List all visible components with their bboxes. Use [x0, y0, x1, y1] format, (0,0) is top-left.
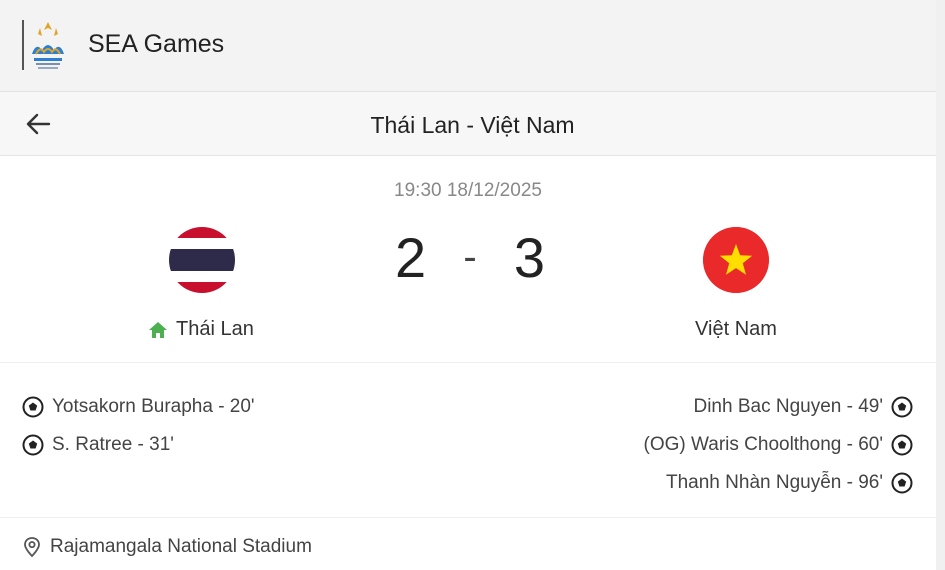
section-divider — [0, 362, 936, 363]
soccer-ball-icon — [891, 396, 913, 418]
goal-item: Dinh Bac Nguyen - 49' — [644, 388, 913, 426]
app-title: SEA Games — [88, 30, 225, 58]
sea-games-logo-icon — [32, 22, 64, 69]
goal-item: S. Ratree - 31' — [22, 426, 255, 464]
thailand-flag-icon — [169, 227, 235, 293]
goal-text: S. Ratree - 31' — [52, 434, 174, 455]
home-goals-list: Yotsakorn Burapha - 20' S. Ratree - 31' — [22, 388, 255, 464]
soccer-ball-icon — [22, 434, 44, 456]
venue-name: Rajamangala National Stadium — [50, 536, 312, 557]
away-team[interactable]: Việt Nam — [656, 318, 816, 341]
goal-item: Thanh Nhàn Nguyễn - 96' — [644, 464, 913, 502]
app-header: SEA Games — [0, 0, 945, 92]
away-goals-list: Dinh Bac Nguyen - 49' (OG) Waris Choolth… — [644, 388, 913, 502]
away-score: 3 — [513, 225, 545, 289]
home-team-name: Thái Lan — [176, 318, 254, 340]
soccer-ball-icon — [22, 396, 44, 418]
goal-text: Yotsakorn Burapha - 20' — [52, 396, 255, 417]
away-team-name: Việt Nam — [695, 318, 777, 340]
match-datetime: 19:30 18/12/2025 — [394, 180, 542, 201]
scrollbar[interactable] — [936, 0, 945, 570]
location-pin-icon — [24, 537, 40, 558]
home-icon — [149, 321, 167, 338]
venue[interactable]: Rajamangala National Stadium — [22, 536, 312, 558]
section-divider — [0, 517, 936, 518]
soccer-ball-icon — [891, 434, 913, 456]
goal-item: (OG) Waris Choolthong - 60' — [644, 426, 913, 464]
soccer-ball-icon — [891, 472, 913, 494]
match-title: Thái Lan - Việt Nam — [370, 112, 575, 138]
header-divider — [22, 20, 24, 70]
vietnam-flag-icon — [703, 227, 769, 293]
score-separator: - — [463, 234, 477, 279]
home-team[interactable]: Thái Lan — [148, 318, 254, 341]
goal-text: Dinh Bac Nguyen - 49' — [693, 396, 883, 417]
goal-item: Yotsakorn Burapha - 20' — [22, 388, 255, 426]
scoreboard: 2 - 3 — [395, 222, 545, 292]
match-header: Thái Lan - Việt Nam — [0, 92, 945, 156]
goal-text: (OG) Waris Choolthong - 60' — [643, 434, 883, 455]
home-score: 2 — [395, 225, 427, 289]
goal-text: Thanh Nhàn Nguyễn - 96' — [666, 472, 883, 493]
